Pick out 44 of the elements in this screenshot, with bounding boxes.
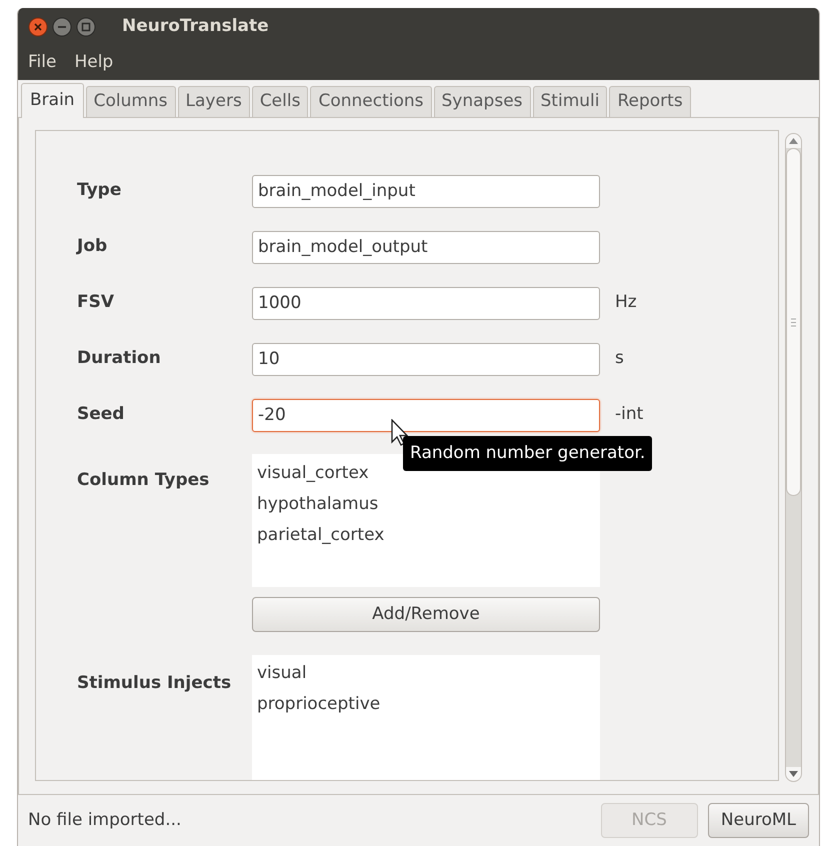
list-item[interactable]: proprioceptive bbox=[252, 689, 600, 720]
tab[interactable]: Stimuli bbox=[532, 86, 608, 117]
tab[interactable]: Cells bbox=[252, 86, 308, 117]
maximize-icon[interactable] bbox=[76, 16, 96, 36]
scrollbar[interactable] bbox=[785, 133, 802, 782]
field-label: FSV bbox=[77, 291, 116, 314]
field-label: Seed bbox=[77, 403, 126, 426]
menu-item[interactable]: Help bbox=[67, 50, 120, 76]
stimulus-injects-list[interactable]: visual proprioceptive bbox=[252, 655, 600, 780]
grip-icon bbox=[791, 318, 796, 326]
input-field[interactable]: 1000 bbox=[252, 286, 600, 320]
list-item[interactable]: parietal_cortex bbox=[252, 520, 600, 551]
tab[interactable]: Brain bbox=[21, 83, 84, 118]
tab[interactable]: Layers bbox=[178, 86, 250, 117]
input-field[interactable]: brain_model_output bbox=[252, 230, 600, 264]
pointer-icon bbox=[391, 419, 408, 446]
unit-label: -int bbox=[615, 403, 644, 426]
status-button[interactable]: NeuroML bbox=[708, 803, 809, 838]
scrollbar-thumb[interactable] bbox=[786, 148, 801, 496]
add-remove-button[interactable]: Add/Remove bbox=[252, 597, 600, 632]
close-icon[interactable] bbox=[28, 16, 48, 36]
tab[interactable]: Reports bbox=[609, 86, 691, 117]
unit-label: s bbox=[615, 347, 624, 370]
input-field[interactable]: -20 bbox=[252, 398, 600, 432]
status-text: No file imported... bbox=[28, 808, 182, 832]
input-field[interactable]: 10 bbox=[252, 342, 600, 376]
tab[interactable]: Connections bbox=[310, 86, 432, 117]
tab[interactable]: Synapses bbox=[434, 86, 531, 117]
menu-item[interactable]: File bbox=[21, 50, 64, 76]
tab[interactable]: Columns bbox=[86, 86, 176, 117]
list-item[interactable]: visual bbox=[252, 658, 600, 689]
unit-label: Hz bbox=[615, 291, 637, 314]
window-title: NeuroTranslate bbox=[122, 14, 269, 38]
field-label: Type bbox=[77, 179, 122, 202]
tooltip: Random number generator. bbox=[403, 436, 652, 471]
scroll-up-icon[interactable] bbox=[789, 138, 798, 144]
field-label: Duration bbox=[77, 347, 162, 370]
field-label: Stimulus Injects bbox=[77, 672, 232, 695]
minimize-icon[interactable] bbox=[52, 16, 72, 36]
list-item[interactable]: hypothalamus bbox=[252, 489, 600, 520]
field-label: Job bbox=[77, 235, 108, 258]
input-field[interactable]: brain_model_input bbox=[252, 174, 600, 208]
scroll-down-icon[interactable] bbox=[789, 771, 798, 777]
field-label: Column Types bbox=[77, 469, 210, 492]
